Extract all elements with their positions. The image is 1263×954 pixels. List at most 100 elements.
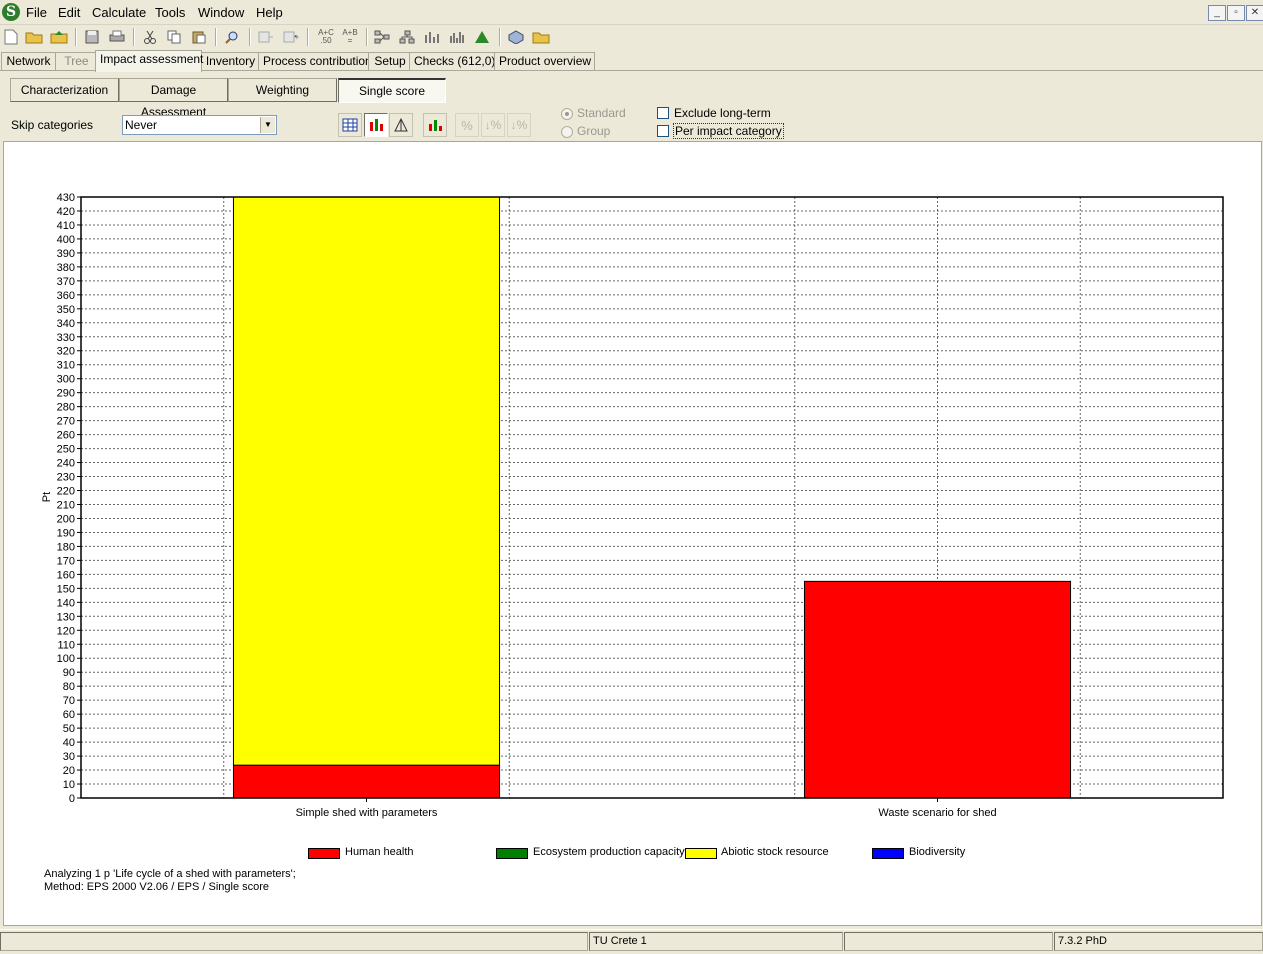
- y-tick-label: 190: [57, 527, 75, 539]
- y-tick-label: 310: [57, 360, 75, 372]
- bar-chart-icon[interactable]: [422, 27, 442, 47]
- chevron-down-icon[interactable]: ▼: [260, 117, 275, 133]
- subtab-single-score[interactable]: Single score: [338, 78, 446, 103]
- open-project-icon[interactable]: [531, 27, 551, 47]
- tab-checks[interactable]: Checks (612,0): [409, 52, 498, 71]
- distribution-icon[interactable]: [472, 27, 492, 47]
- copy-icon[interactable]: [164, 27, 184, 47]
- menu-tools[interactable]: Tools: [155, 5, 185, 20]
- y-tick-label: 320: [57, 346, 75, 358]
- sort-down-percent-icon[interactable]: ↓%: [481, 113, 505, 137]
- menu-calculate[interactable]: Calculate: [92, 5, 146, 20]
- x-tick-label: Waste scenario for shed: [878, 807, 996, 819]
- legend-label-abiotic: Abiotic stock resource: [721, 846, 829, 858]
- y-tick-label: 280: [57, 402, 75, 414]
- tree-icon[interactable]: [397, 27, 417, 47]
- toolbar: A+C .50 A+B =: [0, 24, 1263, 50]
- y-tick-label: 290: [57, 388, 75, 400]
- y-tick-label: 120: [57, 625, 75, 637]
- radio-standard[interactable]: [561, 108, 573, 120]
- minimize-icon[interactable]: _: [1208, 5, 1226, 21]
- subtab-damage-assessment[interactable]: Damage Assessment: [119, 78, 228, 119]
- legend-label-biodiversity: Biodiversity: [909, 846, 966, 858]
- compare-left-icon[interactable]: [256, 27, 276, 47]
- y-tick-label: 60: [63, 709, 75, 721]
- y-tick-label: 250: [57, 444, 75, 456]
- compare-icon[interactable]: [281, 27, 301, 47]
- y-tick-label: 10: [63, 779, 75, 791]
- process-icon[interactable]: [506, 27, 526, 47]
- menu-help[interactable]: Help: [256, 5, 283, 20]
- save-icon[interactable]: [82, 27, 102, 47]
- y-axis-label: Pt: [41, 492, 53, 502]
- status-bar: TU Crete 1 7.3.2 PhD: [0, 929, 1263, 954]
- status-cell-3: [844, 932, 1053, 951]
- y-tick-label: 50: [63, 723, 75, 735]
- tab-setup[interactable]: Setup: [368, 52, 412, 71]
- paste-icon[interactable]: [189, 27, 209, 47]
- chart-footnote-analyzing: Analyzing 1 p 'Life cycle of a shed with…: [44, 868, 296, 880]
- compare-ac-icon[interactable]: A+C .50: [314, 27, 338, 47]
- export-icon[interactable]: [49, 27, 69, 47]
- new-file-icon[interactable]: [1, 27, 21, 47]
- y-tick-label: 390: [57, 248, 75, 260]
- print-icon[interactable]: [107, 27, 127, 47]
- table-view-icon[interactable]: [338, 113, 362, 137]
- y-tick-label: 430: [57, 192, 75, 204]
- y-tick-label: 230: [57, 472, 75, 484]
- subtab-weighting[interactable]: Weighting: [228, 78, 337, 102]
- bar-chart-view-icon[interactable]: [364, 113, 388, 137]
- y-tick-label: 150: [57, 583, 75, 595]
- app-logo-icon[interactable]: S: [2, 3, 20, 21]
- y-tick-label: 210: [57, 499, 75, 511]
- radio-standard-label: Standard: [577, 106, 626, 120]
- radio-group-label: Group: [577, 124, 611, 138]
- tab-inventory[interactable]: Inventory: [199, 52, 262, 71]
- skip-categories-select[interactable]: Never ▼: [122, 115, 277, 135]
- scale-icon[interactable]: [389, 113, 413, 137]
- tab-tree[interactable]: Tree: [55, 52, 98, 71]
- legend-label-human-health: Human health: [345, 846, 414, 858]
- status-cell-version: 7.3.2 PhD: [1054, 932, 1263, 951]
- y-tick-label: 200: [57, 513, 75, 525]
- subtab-characterization[interactable]: Characterization: [10, 78, 119, 102]
- y-tick-label: 110: [57, 639, 75, 651]
- status-cell-database: TU Crete 1: [589, 932, 843, 951]
- tab-impact-assessment[interactable]: Impact assessment: [95, 50, 203, 72]
- legend-swatch-human-health: [308, 848, 340, 859]
- y-tick-label: 100: [57, 653, 75, 665]
- y-tick-label: 370: [57, 276, 75, 288]
- y-tick-label: 300: [57, 374, 75, 386]
- cut-icon[interactable]: [140, 27, 160, 47]
- open-folder-icon[interactable]: [24, 27, 44, 47]
- stacked-chart-icon[interactable]: [423, 113, 447, 137]
- tab-process-contribution[interactable]: Process contribution: [258, 52, 372, 71]
- search-icon[interactable]: [222, 27, 242, 47]
- menu-file[interactable]: File: [26, 5, 47, 20]
- y-tick-label: 70: [63, 695, 75, 707]
- per-impact-category-label: Per impact category: [673, 123, 784, 139]
- y-tick-label: 140: [57, 597, 75, 609]
- exclude-long-term-checkbox[interactable]: [657, 107, 669, 119]
- tab-product-overview[interactable]: Product overview: [494, 52, 595, 71]
- restore-icon[interactable]: ▫: [1227, 5, 1245, 21]
- y-tick-label: 80: [63, 681, 75, 693]
- menu-window[interactable]: Window: [198, 5, 244, 20]
- skip-categories-value: Never: [125, 118, 158, 132]
- compare-ab-icon[interactable]: A+B =: [338, 27, 362, 47]
- menu-bar: S File Edit Calculate Tools Window Help …: [0, 0, 1263, 25]
- network-icon[interactable]: [372, 27, 392, 47]
- per-impact-category-checkbox[interactable]: [657, 125, 669, 137]
- close-icon[interactable]: ✕: [1246, 5, 1263, 21]
- y-tick-label: 260: [57, 430, 75, 442]
- column-chart-icon[interactable]: [447, 27, 467, 47]
- single-score-chart: 0 10 20 30 40 50 60 70 80 90 100 110 120 130 140 150 160…: [41, 192, 1224, 819]
- tab-network[interactable]: Network: [1, 52, 56, 71]
- y-tick-label: 170: [57, 555, 75, 567]
- menu-edit[interactable]: Edit: [58, 5, 80, 20]
- legend-label-ecosystem: Ecosystem production capacity: [533, 846, 685, 858]
- chart-pane: 0 10 20 30 40 50 60 70 80 90 100 110 120 130 140 150 160…: [3, 141, 1262, 926]
- percent-icon[interactable]: %: [455, 113, 479, 137]
- radio-group[interactable]: [561, 126, 573, 138]
- sort-up-percent-icon[interactable]: ↓%: [507, 113, 531, 137]
